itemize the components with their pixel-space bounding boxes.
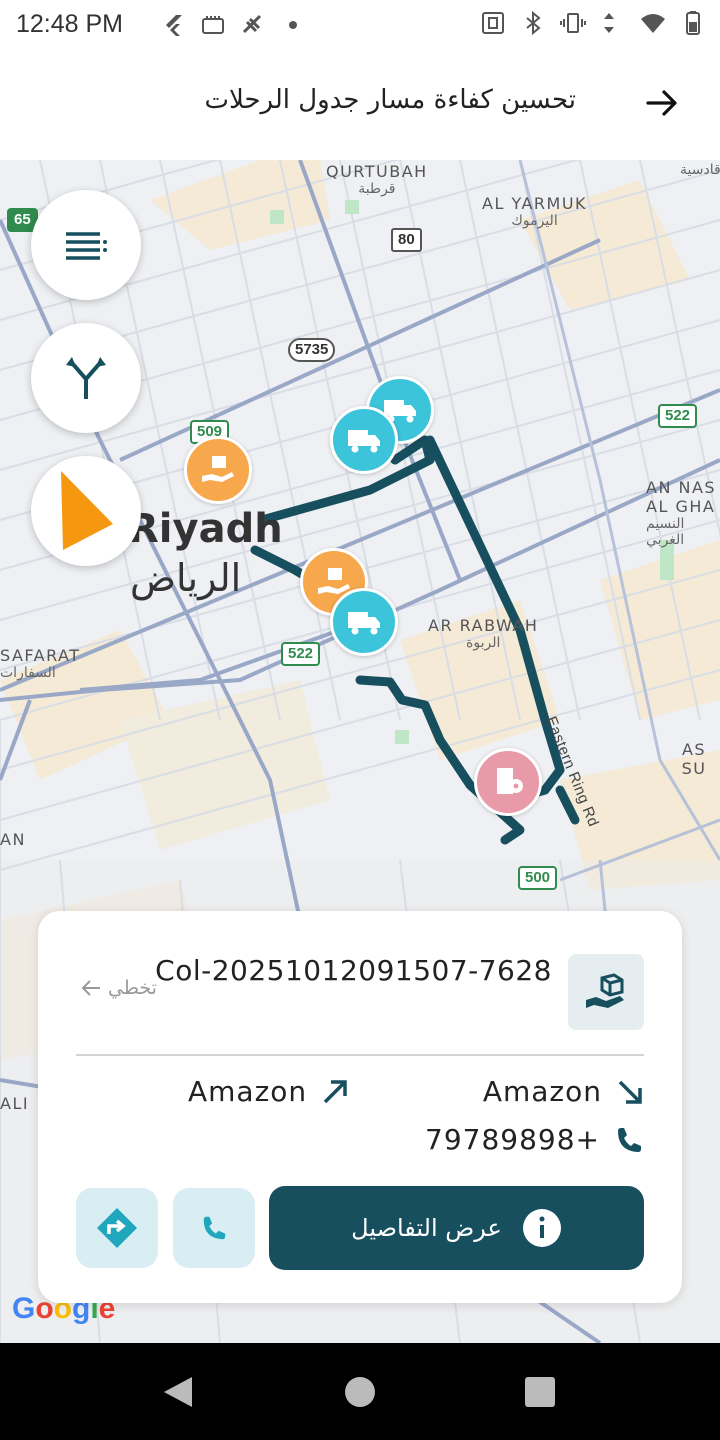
destination-marker[interactable] — [474, 748, 542, 816]
truck-icon — [348, 612, 380, 635]
page-title: تحسين كفاءة مسار جدول الرحلات — [204, 85, 576, 115]
dot-icon — [289, 21, 297, 29]
map-label-safarat: SAFARAT السفارات — [0, 646, 81, 681]
nfc-icon — [482, 12, 504, 34]
pickup-name: Amazon — [482, 1075, 602, 1108]
road-shield-522-west: 522 — [281, 642, 321, 666]
pickup-location: Amazon — [483, 1075, 644, 1108]
directions-button[interactable] — [76, 1188, 158, 1268]
route-fork-button[interactable] — [31, 323, 141, 433]
city-name-arabic: الرياض — [130, 556, 242, 600]
view-details-button[interactable]: عرض التفاصيل — [269, 1186, 644, 1270]
phone-number: 79789898+ — [425, 1123, 600, 1156]
road-shield-5735: 5735 — [288, 338, 336, 362]
status-time: 12:48 PM — [16, 10, 124, 38]
road-shield-80: 80 — [391, 228, 422, 252]
dropoff-name: Amazon — [188, 1075, 308, 1108]
city-name: Riyadh — [128, 506, 283, 552]
list-icon — [66, 232, 107, 260]
map-label-as-su: AS SU — [681, 740, 707, 778]
map-label-qurtubah: QURTUBAH قرطبة — [326, 162, 428, 197]
status-bar: 12:48 PM — [0, 0, 720, 50]
call-button[interactable] — [173, 1188, 255, 1268]
bluetooth-icon — [526, 10, 541, 36]
arrow-down-right-icon — [618, 1080, 642, 1104]
truck-icon — [348, 430, 380, 453]
satellite-icon — [242, 14, 262, 34]
sim-card-icon — [202, 16, 224, 34]
vibrate-icon — [560, 13, 586, 33]
map-label-ali: ALI — [0, 1094, 30, 1113]
nav-home-icon[interactable] — [345, 1377, 375, 1407]
arrow-up-right-icon — [323, 1079, 347, 1103]
order-id: Col-20251012091507-7628 — [155, 954, 552, 987]
map-label-ar-rabwah: AR RABWAH الربوة — [428, 616, 539, 651]
phone-icon — [203, 1216, 226, 1240]
arrow-right-icon[interactable] — [642, 83, 682, 123]
wifi-icon — [641, 14, 665, 33]
map-label-top-right: قادسية — [680, 162, 720, 178]
route-fork-icon — [66, 357, 106, 399]
road-shield-500: 500 — [518, 866, 558, 890]
navigation-button[interactable] — [31, 456, 141, 566]
directions-icon — [97, 1208, 137, 1248]
package-hand-icon — [202, 456, 234, 482]
divider — [76, 1054, 644, 1056]
list-menu-button[interactable] — [31, 190, 141, 300]
nav-recents-icon[interactable] — [525, 1377, 555, 1407]
view-details-label: عرض التفاصيل — [351, 1214, 502, 1242]
map-label-al-yarmuk: AL YARMUK اليرموك — [482, 194, 588, 229]
truck-marker[interactable] — [330, 588, 398, 656]
battery-icon — [686, 11, 700, 35]
data-arrows-icon — [604, 13, 614, 33]
dropoff-location: Amazon — [188, 1075, 349, 1108]
road-shield-522-east: 522 — [658, 404, 698, 428]
app-header: تحسين كفاءة مسار جدول الرحلات — [0, 50, 720, 160]
flutter-icon — [166, 15, 182, 36]
building-pin-icon — [497, 768, 523, 794]
order-card: Col-20251012091507-7628 تخطي Amazon Amaz… — [38, 911, 682, 1303]
phone-icon — [618, 1127, 641, 1152]
arrow-left-icon — [81, 980, 100, 996]
map-label-an: AN — [0, 830, 26, 849]
navigation-arrow-icon — [61, 471, 113, 550]
map-label-an-nasim: AN NAS AL GHA النسيم الغربي — [646, 478, 717, 548]
pickup-marker[interactable] — [184, 436, 252, 504]
package-icon-box — [568, 954, 644, 1030]
truck-marker[interactable] — [330, 406, 398, 474]
info-icon — [522, 1209, 561, 1247]
system-nav-bar — [0, 1343, 720, 1440]
nav-back-icon[interactable] — [162, 1375, 194, 1409]
phone-row: 79789898+ — [425, 1123, 644, 1156]
skip-button[interactable]: تخطي — [80, 977, 157, 999]
skip-label: تخطي — [108, 977, 157, 999]
package-hand-icon — [586, 973, 624, 1008]
